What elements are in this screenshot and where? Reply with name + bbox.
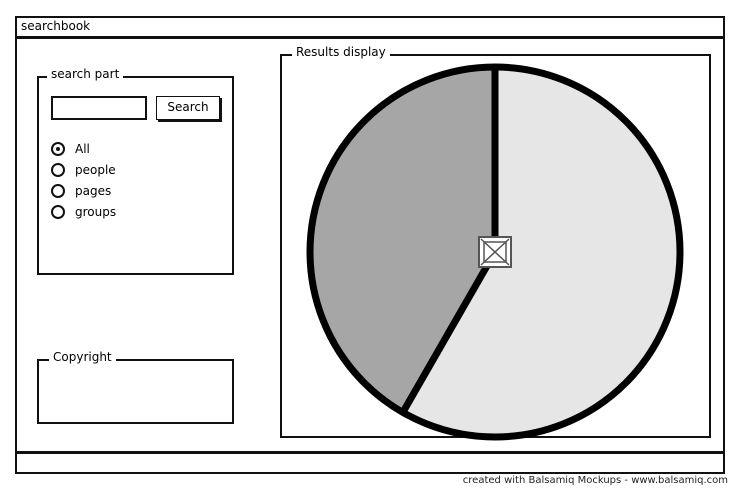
radio-button-checked[interactable]	[51, 142, 65, 156]
results-pie-chart	[306, 63, 684, 441]
radio-option-pages[interactable]: pages	[51, 183, 111, 199]
copyright-panel	[37, 359, 234, 424]
radio-label: people	[75, 163, 116, 177]
copyright-legend: Copyright	[49, 350, 116, 364]
radio-button[interactable]	[51, 163, 65, 177]
credit-text: created with Balsamiq Mockups - www.bals…	[462, 475, 728, 486]
radio-label: All	[75, 142, 90, 156]
radio-option-groups[interactable]: groups	[51, 204, 116, 220]
radio-option-people[interactable]: people	[51, 162, 116, 178]
status-bar	[15, 452, 725, 474]
radio-button[interactable]	[51, 205, 65, 219]
image-placeholder-icon	[478, 236, 512, 268]
radio-label: pages	[75, 184, 112, 198]
radio-option-all[interactable]: All	[51, 141, 90, 157]
title-bar	[15, 16, 725, 38]
search-button[interactable]: Search	[156, 96, 220, 120]
radio-label: groups	[75, 205, 117, 219]
search-panel-legend: search part	[47, 67, 124, 81]
results-legend: Results display	[292, 45, 390, 59]
window-title: searchbook	[21, 19, 91, 33]
search-input[interactable]	[51, 96, 147, 120]
radio-button[interactable]	[51, 184, 65, 198]
